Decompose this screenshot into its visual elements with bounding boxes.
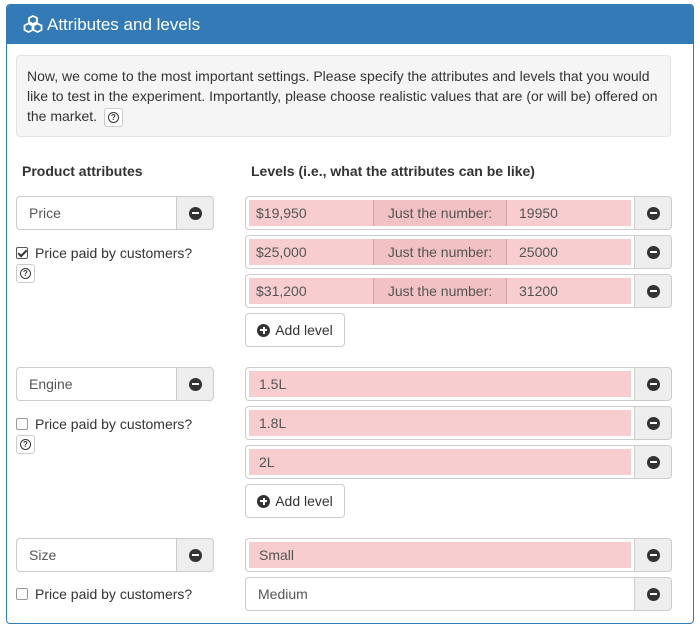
price-paid-checkbox-row: Price paid by customers?	[16, 245, 192, 261]
plus-circle-icon	[257, 494, 271, 508]
add-level-button[interactable]: Add level	[245, 484, 345, 518]
level-number: 25000	[507, 239, 631, 265]
level-display: $31,200	[249, 278, 373, 304]
minus-circle-icon	[188, 377, 202, 391]
price-paid-checkbox[interactable]	[16, 418, 28, 430]
level-row: $31,200 Just the number: 31200	[245, 274, 672, 308]
minus-circle-icon	[646, 455, 660, 469]
level-input[interactable]: 1.8L	[245, 406, 634, 440]
attribute-name-input[interactable]: Size	[16, 538, 176, 572]
number-label: Just the number:	[373, 239, 507, 265]
attribute-name-input[interactable]: Price	[16, 196, 176, 230]
level-input[interactable]: 2L	[245, 445, 634, 479]
question-icon: ?	[20, 439, 31, 450]
remove-attribute-button[interactable]	[176, 196, 214, 230]
level-row: $19,950 Just the number: 19950	[245, 196, 672, 230]
remove-level-button[interactable]	[634, 235, 672, 269]
level-row: 1.8L	[245, 406, 672, 440]
level-row: Small	[245, 538, 672, 572]
level-input[interactable]: $31,200 Just the number: 31200	[245, 274, 634, 308]
level-row: 2L	[245, 445, 672, 479]
remove-level-button[interactable]	[634, 538, 672, 572]
level-input[interactable]: $25,000 Just the number: 25000	[245, 235, 634, 269]
question-icon: ?	[107, 111, 119, 123]
minus-circle-icon	[646, 284, 660, 298]
price-paid-label: Price paid by customers?	[35, 416, 193, 432]
help-button[interactable]: ?	[103, 107, 123, 127]
minus-circle-icon	[646, 245, 660, 259]
level-display: 1.5L	[249, 371, 631, 397]
cubes-icon	[23, 15, 43, 33]
remove-attribute-button[interactable]	[176, 367, 214, 401]
attribute-engine-group: Engine	[16, 367, 214, 401]
level-input[interactable]: $19,950 Just the number: 19950	[245, 196, 634, 230]
minus-circle-icon	[646, 416, 660, 430]
intro-box: Now, we come to the most important setti…	[16, 55, 671, 137]
price-paid-checkbox-row: Price paid by customers?	[16, 416, 192, 432]
level-input[interactable]: Small	[245, 538, 634, 572]
remove-level-button[interactable]	[634, 196, 672, 230]
remove-level-button[interactable]	[634, 274, 672, 308]
level-display: $19,950	[249, 200, 373, 226]
levels-column-header: Levels (i.e., what the attributes can be…	[251, 163, 535, 179]
attribute-size-group: Size	[16, 538, 214, 572]
level-display: $25,000	[249, 239, 373, 265]
remove-attribute-button[interactable]	[176, 538, 214, 572]
question-icon: ?	[20, 268, 31, 279]
minus-circle-icon	[646, 377, 660, 391]
level-display: Small	[249, 542, 631, 568]
level-display: 1.8L	[249, 410, 631, 436]
add-level-button[interactable]: Add level	[245, 313, 345, 347]
minus-circle-icon	[646, 587, 660, 601]
attributes-column-header: Product attributes	[22, 163, 143, 179]
level-number: 31200	[507, 278, 631, 304]
level-row: $25,000 Just the number: 25000	[245, 235, 672, 269]
price-paid-label: Price paid by customers?	[35, 245, 193, 261]
number-label: Just the number:	[373, 200, 507, 226]
remove-level-button[interactable]	[634, 445, 672, 479]
level-display: 2L	[249, 449, 631, 475]
remove-level-button[interactable]	[634, 406, 672, 440]
level-input[interactable]: 1.5L	[245, 367, 634, 401]
add-level-label: Add level	[275, 322, 333, 338]
level-row: Medium	[245, 577, 672, 611]
price-paid-checkbox[interactable]	[16, 247, 28, 259]
minus-circle-icon	[646, 548, 660, 562]
level-number: 19950	[507, 200, 631, 226]
remove-level-button[interactable]	[634, 577, 672, 611]
panel-title: Attributes and levels	[47, 15, 201, 34]
add-level-label: Add level	[275, 493, 333, 509]
level-input[interactable]: Medium	[245, 577, 634, 611]
attribute-name-input[interactable]: Engine	[16, 367, 176, 401]
number-label: Just the number:	[373, 278, 507, 304]
help-button[interactable]: ?	[16, 264, 35, 283]
minus-circle-icon	[646, 206, 660, 220]
minus-circle-icon	[188, 206, 202, 220]
panel-heading: Attributes and levels	[7, 5, 693, 44]
help-button[interactable]: ?	[16, 435, 35, 454]
plus-circle-icon	[257, 323, 271, 337]
attribute-price-group: Price	[16, 196, 214, 230]
level-row: 1.5L	[245, 367, 672, 401]
minus-circle-icon	[188, 548, 202, 562]
remove-level-button[interactable]	[634, 367, 672, 401]
price-paid-checkbox[interactable]	[16, 588, 28, 600]
